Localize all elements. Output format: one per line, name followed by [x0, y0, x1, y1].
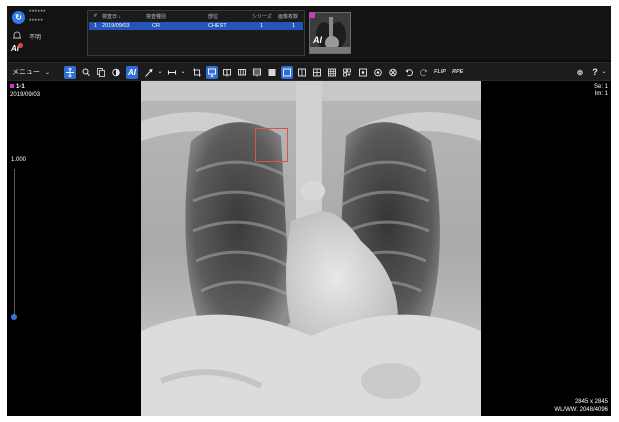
image-number: Im: 1	[594, 91, 608, 97]
notification-dot	[18, 43, 23, 48]
thumbnail-marker	[310, 13, 315, 18]
toolbar: メニュー ⌄ AI ⌄ ⌄ FLIP RPE ? ⌄	[7, 62, 611, 81]
layout-1x1-icon[interactable]	[281, 66, 293, 79]
frame-icon[interactable]	[357, 66, 369, 79]
rpe-button[interactable]: RPE	[452, 66, 463, 79]
ruler-icon[interactable]	[166, 66, 178, 79]
arrow-icon[interactable]	[143, 66, 155, 79]
link-icon[interactable]	[372, 66, 384, 79]
crop-icon[interactable]	[191, 66, 203, 79]
image-dimensions: 2845 x 2845	[574, 399, 608, 405]
undo-icon[interactable]	[403, 66, 415, 79]
user-id: *****	[29, 19, 44, 25]
move-icon[interactable]	[64, 66, 76, 79]
layout-2x2-icon[interactable]	[311, 66, 323, 79]
study-date: 2019/09/03	[10, 92, 41, 98]
ai-notification-icon[interactable]: AI	[11, 43, 23, 53]
row-index: 1	[94, 23, 98, 29]
ai-icon[interactable]: AI	[126, 66, 138, 79]
ruler-dropdown-icon[interactable]: ⌄	[180, 66, 186, 79]
col-date[interactable]: 検査日 ↓	[102, 13, 121, 20]
help-icon[interactable]: ?	[589, 66, 601, 79]
menu-label: メニュー	[12, 69, 40, 76]
bell-icon[interactable]	[12, 31, 22, 40]
col-images[interactable]: 画像枚数	[278, 13, 298, 20]
zoom-icon[interactable]	[80, 66, 92, 79]
chevron-down-icon: ⌄	[44, 70, 50, 76]
square-icon[interactable]	[266, 66, 278, 79]
window-level: WL/WW: 2048/4096	[554, 407, 608, 413]
book-open-icon[interactable]	[236, 66, 248, 79]
app-logo-icon[interactable]: ↻	[12, 11, 25, 24]
thumbnail-ai-label: AI	[313, 35, 322, 45]
thumbnail-xray-image	[310, 13, 350, 53]
monitor-icon[interactable]	[206, 66, 218, 79]
study-table: # 検査日 ↓ 検査種別 部位 シリーズ 画像枚数 1 2019/09/03 C…	[87, 10, 305, 56]
col-modality[interactable]: 検査種別	[146, 13, 166, 20]
flip-button[interactable]: FLIP	[434, 66, 446, 79]
row-modality: CR	[152, 23, 160, 29]
roi-rectangle[interactable]	[255, 128, 288, 162]
menu-button[interactable]: メニュー ⌄	[12, 66, 50, 79]
arrow-dropdown-icon[interactable]: ⌄	[157, 66, 163, 79]
series-number: Se: 1	[593, 84, 608, 90]
zoom-slider-track[interactable]	[14, 169, 15, 319]
col-index[interactable]: #	[94, 13, 97, 19]
settings-icon[interactable]	[574, 66, 586, 79]
redo-icon[interactable]	[418, 66, 430, 79]
col-body-part[interactable]: 部位	[208, 13, 218, 20]
help-dropdown-icon[interactable]: ⌄	[601, 66, 607, 79]
layout-3x3-icon[interactable]	[326, 66, 338, 79]
contrast-icon[interactable]	[110, 66, 122, 79]
row-series: 1	[260, 23, 264, 29]
stop-icon[interactable]	[387, 66, 399, 79]
zoom-slider-handle[interactable]	[11, 314, 17, 320]
film-icon[interactable]	[251, 66, 263, 79]
image-viewport[interactable]: 1-1 2019/09/03 Se: 1 Im: 1 1.000 2845 x …	[7, 81, 611, 416]
row-date: 2019/09/03	[102, 23, 130, 29]
layout-1x2-icon[interactable]	[296, 66, 308, 79]
top-panel: ↻ ****** ***** 不明 AI # 検査日 ↓ 検査種別 部位 シリー…	[7, 6, 611, 60]
zoom-level: 1.000	[11, 157, 27, 163]
series-label: 1-1	[10, 84, 25, 90]
chest-xray-image	[141, 81, 481, 416]
viewer-app: ↻ ****** ***** 不明 AI # 検査日 ↓ 検査種別 部位 シリー…	[7, 6, 611, 416]
series-thumbnail[interactable]: AI	[309, 12, 351, 54]
series-marker	[10, 84, 14, 88]
status-text: 不明	[29, 35, 42, 41]
row-body-part: CHEST	[208, 23, 227, 29]
series-label-text: 1-1	[16, 84, 25, 90]
user-name: ******	[29, 10, 47, 16]
copy-icon[interactable]	[95, 66, 107, 79]
layout-grid-icon[interactable]	[341, 66, 353, 79]
row-images: 1	[292, 23, 296, 29]
book-icon[interactable]	[221, 66, 233, 79]
help-label: ?	[592, 67, 598, 77]
col-series[interactable]: シリーズ	[252, 13, 272, 20]
